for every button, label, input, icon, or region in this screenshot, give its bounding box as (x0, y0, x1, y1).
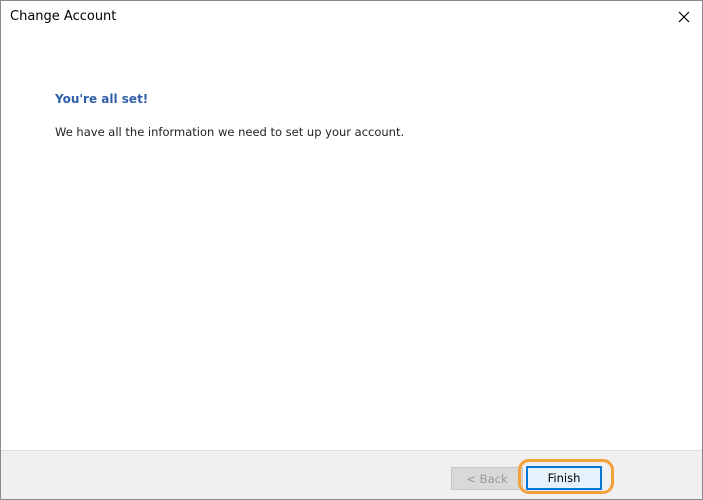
change-account-dialog: Change Account You're all set! We have a… (0, 0, 703, 500)
window-title: Change Account (10, 9, 117, 24)
back-button: < Back (451, 467, 523, 490)
success-message: We have all the information we need to s… (55, 125, 405, 139)
close-icon (678, 11, 690, 23)
dialog-content: You're all set! We have all the informat… (1, 33, 702, 449)
title-bar: Change Account (1, 1, 702, 33)
close-button[interactable] (670, 3, 698, 31)
dialog-footer: < Back Finish (1, 450, 702, 499)
success-heading: You're all set! (55, 92, 149, 106)
finish-button[interactable]: Finish (526, 466, 602, 490)
